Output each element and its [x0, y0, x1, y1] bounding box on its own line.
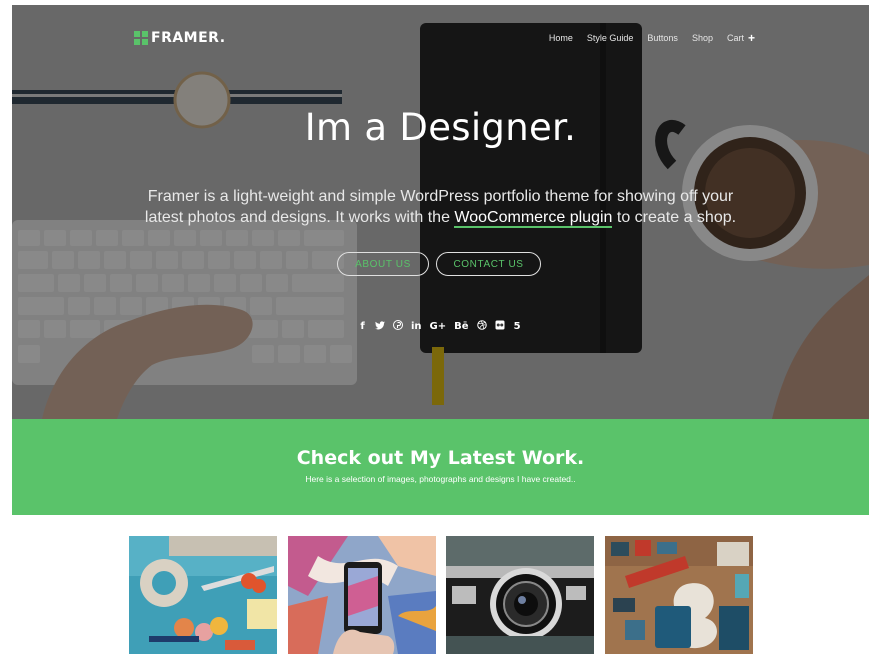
phone-art-image	[288, 536, 436, 654]
latest-work-title: Check out My Latest Work.	[296, 447, 585, 469]
nav-style-guide[interactable]: Style Guide	[587, 33, 634, 43]
hero-description: Framer is a light-weight and simple Word…	[132, 186, 749, 228]
hero-desc-text-2: to create a shop.	[612, 209, 737, 226]
google-plus-icon[interactable]: G+	[430, 321, 447, 332]
logo-grid-icon	[134, 31, 148, 45]
behance-icon[interactable]: Bē	[454, 321, 468, 332]
dribbble-icon[interactable]	[476, 320, 487, 333]
site-logo[interactable]: FRAMER.	[134, 30, 226, 46]
nav-cart[interactable]: Cart +	[726, 30, 755, 45]
latest-work-subtitle: Here is a selection of images, photograp…	[305, 474, 576, 484]
craft-tools-image	[129, 536, 277, 654]
vintage-camera-thumbnail[interactable]	[446, 536, 594, 654]
pinterest-icon[interactable]	[393, 320, 403, 333]
main-nav: Home Style Guide Buttons Shop Cart +	[535, 30, 755, 45]
vintage-camera-image	[446, 536, 594, 654]
flickr-icon[interactable]	[495, 320, 505, 333]
linkedin-icon[interactable]: in	[411, 321, 422, 332]
nav-home[interactable]: Home	[549, 33, 573, 43]
page: FRAMER. Home Style Guide Buttons Shop Ca…	[12, 5, 869, 660]
twitter-icon[interactable]	[375, 320, 385, 333]
craft-tools-thumbnail[interactable]	[129, 536, 277, 654]
500px-icon[interactable]: 5	[513, 321, 522, 332]
letterpress-thumbnail[interactable]	[605, 536, 753, 654]
contact-us-button[interactable]: CONTACT US	[436, 252, 541, 276]
letterpress-image	[605, 536, 753, 654]
plus-icon: +	[747, 30, 755, 45]
facebook-icon[interactable]: f	[358, 321, 367, 332]
latest-work-banner: Check out My Latest Work. Here is a sele…	[12, 419, 869, 515]
hero-section: FRAMER. Home Style Guide Buttons Shop Ca…	[12, 5, 869, 419]
social-links: f in G+ Bē 5	[358, 320, 522, 333]
phone-art-thumbnail[interactable]	[288, 536, 436, 654]
about-us-button[interactable]: ABOUT US	[337, 252, 429, 276]
woocommerce-link[interactable]: WooCommerce plugin	[454, 209, 613, 228]
nav-buttons[interactable]: Buttons	[647, 33, 678, 43]
nav-shop[interactable]: Shop	[692, 33, 713, 43]
hero-title: Im a Designer.	[304, 106, 577, 149]
nav-cart-label: Cart	[726, 33, 744, 43]
logo-text: FRAMER.	[151, 30, 226, 46]
